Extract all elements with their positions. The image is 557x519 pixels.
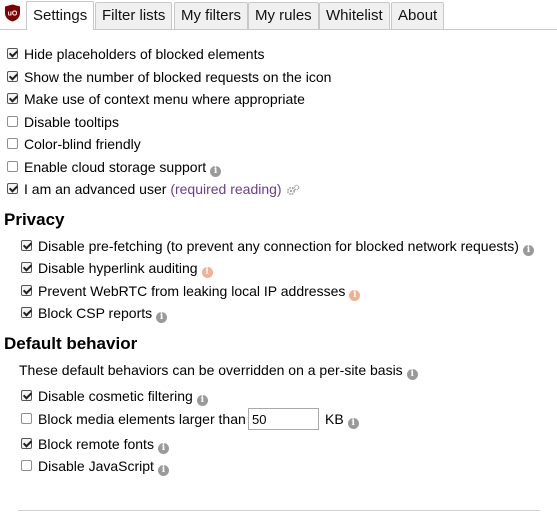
cosmetic-filtering-label-wrap: Disable cosmetic filtering i <box>38 386 208 406</box>
color-blind-label: Color-blind friendly <box>24 136 141 152</box>
tab-bar: uO Settings Filter lists My filters My r… <box>0 0 557 30</box>
remote-fonts-checkbox[interactable] <box>21 438 32 449</box>
advanced-user-label: I am an advanced user <box>24 181 167 197</box>
tab-whitelist[interactable]: Whitelist <box>319 2 390 29</box>
media-size-unit-wrap: KB i <box>325 409 359 429</box>
block-media-label: Block media elements larger than <box>38 411 246 427</box>
disable-javascript-label-wrap: Disable JavaScript i <box>38 456 169 476</box>
tab-my-rules[interactable]: My rules <box>248 2 319 29</box>
tab-filter-lists[interactable]: Filter lists <box>95 2 173 29</box>
info-icon[interactable]: i <box>347 418 359 429</box>
gears-icon[interactable] <box>286 184 300 196</box>
cloud-storage-label: Enable cloud storage support <box>24 159 207 175</box>
default-behavior-heading: Default behavior <box>4 334 138 353</box>
disable-prefetching-label: Disable pre-fetching (to prevent any con… <box>38 238 519 254</box>
hide-placeholders-label: Hide placeholders of blocked elements <box>24 46 265 62</box>
hyperlink-auditing-label-wrap: Disable hyperlink auditing i <box>38 258 213 278</box>
block-media-checkbox[interactable] <box>21 413 32 424</box>
hide-placeholders-checkbox[interactable] <box>7 48 18 59</box>
cloud-storage-checkbox[interactable] <box>7 161 18 172</box>
context-menu-label: Make use of context menu where appropria… <box>24 91 305 107</box>
info-icon[interactable]: i <box>156 312 168 323</box>
show-count-checkbox[interactable] <box>7 71 18 82</box>
info-icon[interactable]: i <box>349 290 361 301</box>
disable-prefetching-label-wrap: Disable pre-fetching (to prevent any con… <box>38 236 534 256</box>
default-behavior-note: These default behaviors can be overridde… <box>19 362 403 378</box>
disable-javascript-label: Disable JavaScript <box>38 458 154 474</box>
cloud-storage-label-wrap: Enable cloud storage support i <box>24 157 222 177</box>
hyperlink-auditing-checkbox[interactable] <box>21 262 32 273</box>
info-icon[interactable]: i <box>522 245 534 256</box>
cosmetic-filtering-checkbox[interactable] <box>21 390 32 401</box>
webrtc-label: Prevent WebRTC from leaking local IP add… <box>38 283 346 299</box>
tab-about[interactable]: About <box>391 2 445 29</box>
info-icon[interactable]: i <box>157 443 169 454</box>
webrtc-label-wrap: Prevent WebRTC from leaking local IP add… <box>38 281 361 301</box>
csp-reports-label: Block CSP reports <box>38 305 153 321</box>
advanced-user-label-wrap: I am an advanced user (required reading) <box>24 179 300 199</box>
tab-settings[interactable]: Settings <box>26 1 95 30</box>
svg-text:uO: uO <box>8 11 18 18</box>
tab-my-filters[interactable]: My filters <box>174 2 248 29</box>
info-icon[interactable]: i <box>406 369 418 380</box>
csp-reports-label-wrap: Block CSP reports i <box>38 303 168 323</box>
info-icon[interactable]: i <box>210 166 222 177</box>
remote-fonts-label: Block remote fonts <box>38 436 154 452</box>
show-count-label: Show the number of blocked requests on t… <box>24 69 332 85</box>
divider <box>18 510 540 511</box>
disable-tooltips-checkbox[interactable] <box>7 116 18 127</box>
disable-prefetching-checkbox[interactable] <box>21 240 32 251</box>
media-size-unit: KB <box>325 411 344 427</box>
csp-reports-checkbox[interactable] <box>21 307 32 318</box>
context-menu-checkbox[interactable] <box>7 93 18 104</box>
required-reading-link[interactable]: (required reading) <box>170 181 281 197</box>
ublock-logo-icon: uO <box>5 4 20 22</box>
info-icon[interactable]: i <box>196 395 208 406</box>
disable-tooltips-label: Disable tooltips <box>24 114 119 130</box>
advanced-user-checkbox[interactable] <box>7 183 18 194</box>
default-behavior-note-wrap: These default behaviors can be overridde… <box>19 360 418 380</box>
webrtc-checkbox[interactable] <box>21 285 32 296</box>
info-icon[interactable]: i <box>201 267 213 278</box>
disable-javascript-checkbox[interactable] <box>21 460 32 471</box>
info-icon[interactable]: i <box>157 465 169 476</box>
privacy-heading: Privacy <box>4 210 65 229</box>
cosmetic-filtering-label: Disable cosmetic filtering <box>38 388 193 404</box>
color-blind-checkbox[interactable] <box>7 138 18 149</box>
media-size-input[interactable] <box>248 408 319 430</box>
hyperlink-auditing-label: Disable hyperlink auditing <box>38 260 198 276</box>
remote-fonts-label-wrap: Block remote fonts i <box>38 434 169 454</box>
